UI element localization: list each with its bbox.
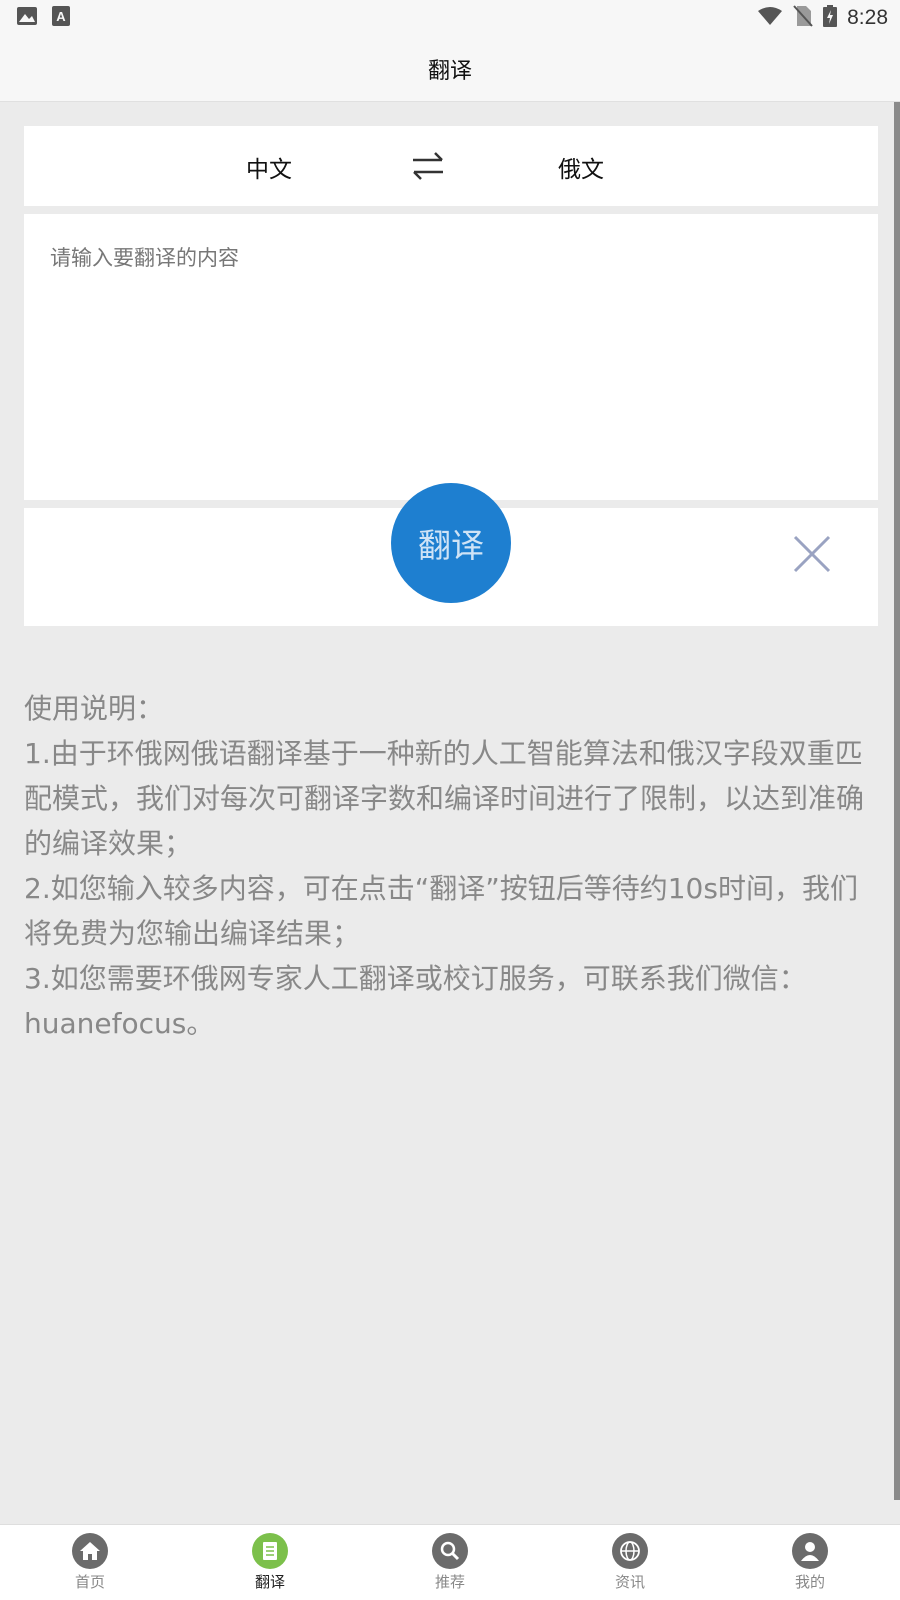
swap-arrows-icon[interactable] bbox=[408, 146, 448, 186]
nav-label: 首页 bbox=[74, 1573, 105, 1591]
image-icon bbox=[16, 6, 38, 30]
instruction-item: 2.如您输入较多内容，可在点击“翻译”按钮后等待约10s时间，我们将免费为您输出… bbox=[24, 872, 858, 950]
status-time: 8:28 bbox=[847, 6, 888, 29]
close-icon[interactable] bbox=[790, 532, 834, 576]
nav-label: 资讯 bbox=[614, 1573, 645, 1591]
nav-item-translate[interactable]: 翻译 bbox=[200, 1533, 340, 1592]
globe-icon bbox=[612, 1533, 648, 1569]
bottom-nav: 首页 翻译 推荐 资讯 我的 bbox=[0, 1524, 900, 1600]
nav-item-recommend[interactable]: 推荐 bbox=[380, 1533, 520, 1592]
no-sim-icon bbox=[793, 5, 813, 31]
input-box bbox=[24, 214, 878, 500]
home-icon bbox=[72, 1533, 108, 1569]
battery-charging-icon bbox=[823, 5, 838, 31]
instruction-item: 3.如您需要环俄网专家人工翻译或校订服务，可联系我们微信：huanefocus。 bbox=[24, 962, 807, 1040]
nav-label: 我的 bbox=[794, 1573, 825, 1591]
nav-item-home[interactable]: 首页 bbox=[20, 1533, 160, 1592]
translation-input[interactable] bbox=[24, 214, 878, 500]
instructions: 使用说明： 1.由于环俄网俄语翻译基于一种新的人工智能算法和俄汉字段双重匹配模式… bbox=[24, 686, 874, 1046]
document-icon bbox=[252, 1533, 288, 1569]
app-bar: 翻译 bbox=[0, 36, 900, 102]
nav-label: 推荐 bbox=[434, 1573, 465, 1591]
font-icon: A bbox=[52, 6, 70, 30]
instruction-item: 1.由于环俄网俄语翻译基于一种新的人工智能算法和俄汉字段双重匹配模式，我们对每次… bbox=[24, 737, 865, 860]
nav-item-me[interactable]: 我的 bbox=[740, 1533, 880, 1592]
nav-label: 翻译 bbox=[254, 1573, 285, 1591]
page-title: 翻译 bbox=[427, 58, 472, 84]
source-language-button[interactable]: 中文 bbox=[246, 150, 292, 184]
search-icon bbox=[432, 1533, 468, 1569]
status-bar: A 8:28 bbox=[0, 0, 900, 36]
target-language-button[interactable]: 俄文 bbox=[558, 150, 604, 184]
language-bar: 中文 俄文 bbox=[24, 126, 878, 206]
scrollbar[interactable] bbox=[894, 102, 900, 1500]
nav-item-news[interactable]: 资讯 bbox=[560, 1533, 700, 1592]
wifi-icon bbox=[757, 6, 783, 30]
user-icon bbox=[792, 1533, 828, 1569]
instructions-heading: 使用说明： bbox=[24, 692, 165, 725]
svg-text:A: A bbox=[56, 9, 66, 24]
translate-button[interactable]: 翻译 bbox=[391, 483, 511, 603]
